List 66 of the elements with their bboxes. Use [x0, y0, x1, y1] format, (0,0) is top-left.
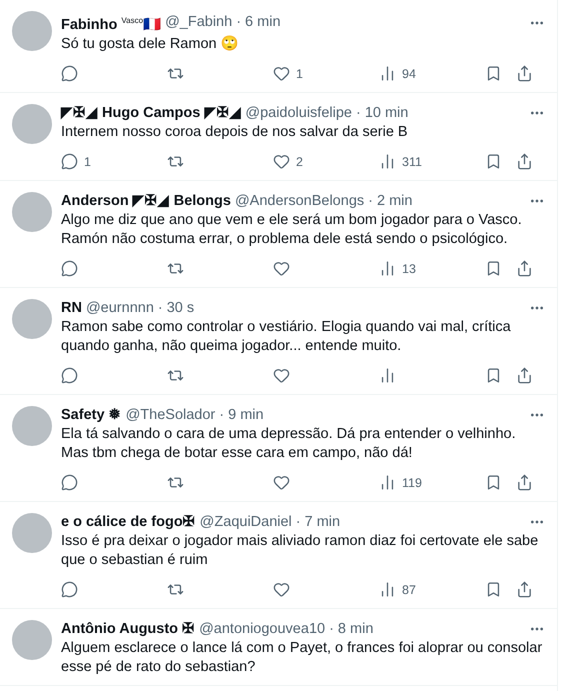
like-icon[interactable] [273, 65, 290, 82]
views-icon[interactable] [379, 260, 396, 278]
tweet-text: Só tu gosta dele Ramon 🙄 [61, 34, 240, 54]
post-time[interactable]: · 2 min [368, 192, 412, 211]
user-handle[interactable]: @_Fabinh [165, 13, 232, 32]
tweet-text: Ramon sabe como controlar o vestiário. Elogia quando vai mal, crítica quando ganha, não queima jogador... entende muito. [61, 318, 512, 356]
user-handle[interactable]: @eurnnnn [86, 298, 154, 318]
reply-icon[interactable] [61, 474, 78, 492]
display-name[interactable]: Antônio Augusto ✠ [61, 620, 196, 639]
bookmark-icon[interactable] [485, 474, 502, 492]
share-icon[interactable] [516, 581, 533, 598]
bookmark-icon[interactable] [485, 260, 502, 278]
reply-icon[interactable] [61, 581, 78, 598]
share-icon[interactable] [516, 474, 533, 492]
views-icon[interactable] [379, 65, 396, 82]
display-name[interactable]: Safety ❅ [61, 406, 122, 425]
like-icon[interactable] [273, 367, 290, 384]
tweet-text: Isso é pra deixar o jogador mais aliviado ramon diaz foi certovate ele sabe que o sebastian é ruim [61, 532, 540, 570]
bookmark-icon[interactable] [485, 367, 502, 384]
post-time[interactable]: · 9 min [219, 406, 264, 425]
tweet-text: Alguem esclarece o lance lá com o Payet, o frances foi aloprar ou consolar esse pé de rato do sebastian? [61, 638, 544, 677]
display-name[interactable]: Fabinho $^{Vasco}$🇫🇷 [61, 11, 162, 35]
user-handle[interactable]: @antoniogouvea10 [199, 620, 326, 639]
like-icon[interactable] [273, 474, 290, 492]
post-time[interactable]: · 8 min [329, 620, 374, 639]
post-time[interactable]: · 6 min [236, 13, 281, 32]
action-count: 119 [402, 476, 422, 490]
action-count: 94 [402, 66, 416, 81]
reply-icon[interactable] [61, 65, 78, 82]
views-icon[interactable] [379, 474, 396, 492]
bookmark-icon[interactable] [485, 65, 502, 82]
like-icon[interactable] [273, 153, 290, 170]
reply-icon[interactable] [61, 367, 78, 384]
share-icon[interactable] [516, 153, 533, 170]
user-handle[interactable]: @AndersonBelongs [234, 192, 364, 211]
views-icon[interactable] [379, 581, 396, 598]
display-name[interactable]: RN [61, 298, 82, 318]
display-name[interactable]: ◤✠◢ Hugo Campos ◤✠◢ [61, 104, 242, 123]
action-count: 1 [84, 154, 91, 169]
like-icon[interactable] [273, 260, 290, 278]
share-icon[interactable] [516, 367, 533, 384]
action-count: 13 [402, 262, 416, 276]
tweet-text: Ela tá salvando o cara de uma depressão. Dá pra entender o velhinho. Mas tbm chega de botar esse cara em campo, não dá! [61, 424, 517, 463]
bookmark-icon[interactable] [485, 153, 502, 170]
tweet-text: Internem nosso coroa depois de nos salvar da serie B [61, 122, 409, 142]
action-count: 1 [296, 66, 303, 81]
post-time[interactable]: · 30 s [158, 298, 194, 318]
action-count: 311 [402, 154, 422, 169]
action-count: 2 [296, 154, 303, 169]
post-time[interactable]: · 10 min [356, 104, 408, 123]
display-name[interactable]: Anderson ◤✠◢ Belongs [61, 192, 231, 211]
views-icon[interactable] [379, 153, 396, 170]
reply-icon[interactable] [61, 260, 78, 278]
post-time[interactable]: · 7 min [296, 512, 340, 532]
action-count: 87 [402, 582, 416, 597]
share-icon[interactable] [516, 260, 533, 278]
user-handle[interactable]: @ZaquiDaniel [200, 512, 292, 532]
display-name[interactable]: e o cálice de fogo✠ [61, 512, 196, 532]
bookmark-icon[interactable] [485, 581, 502, 598]
user-handle[interactable]: @paidoluisfelipe [245, 104, 352, 123]
user-handle[interactable]: @TheSolador [126, 406, 216, 425]
reply-icon[interactable] [61, 153, 78, 170]
share-icon[interactable] [516, 65, 533, 82]
like-icon[interactable] [273, 581, 290, 598]
tweet-text: Algo me diz que ano que vem e ele será um bom jogador para o Vasco. Ramón não costuma errar, o problema dele está sendo o psicológico. [61, 210, 523, 249]
views-icon[interactable] [379, 367, 396, 384]
